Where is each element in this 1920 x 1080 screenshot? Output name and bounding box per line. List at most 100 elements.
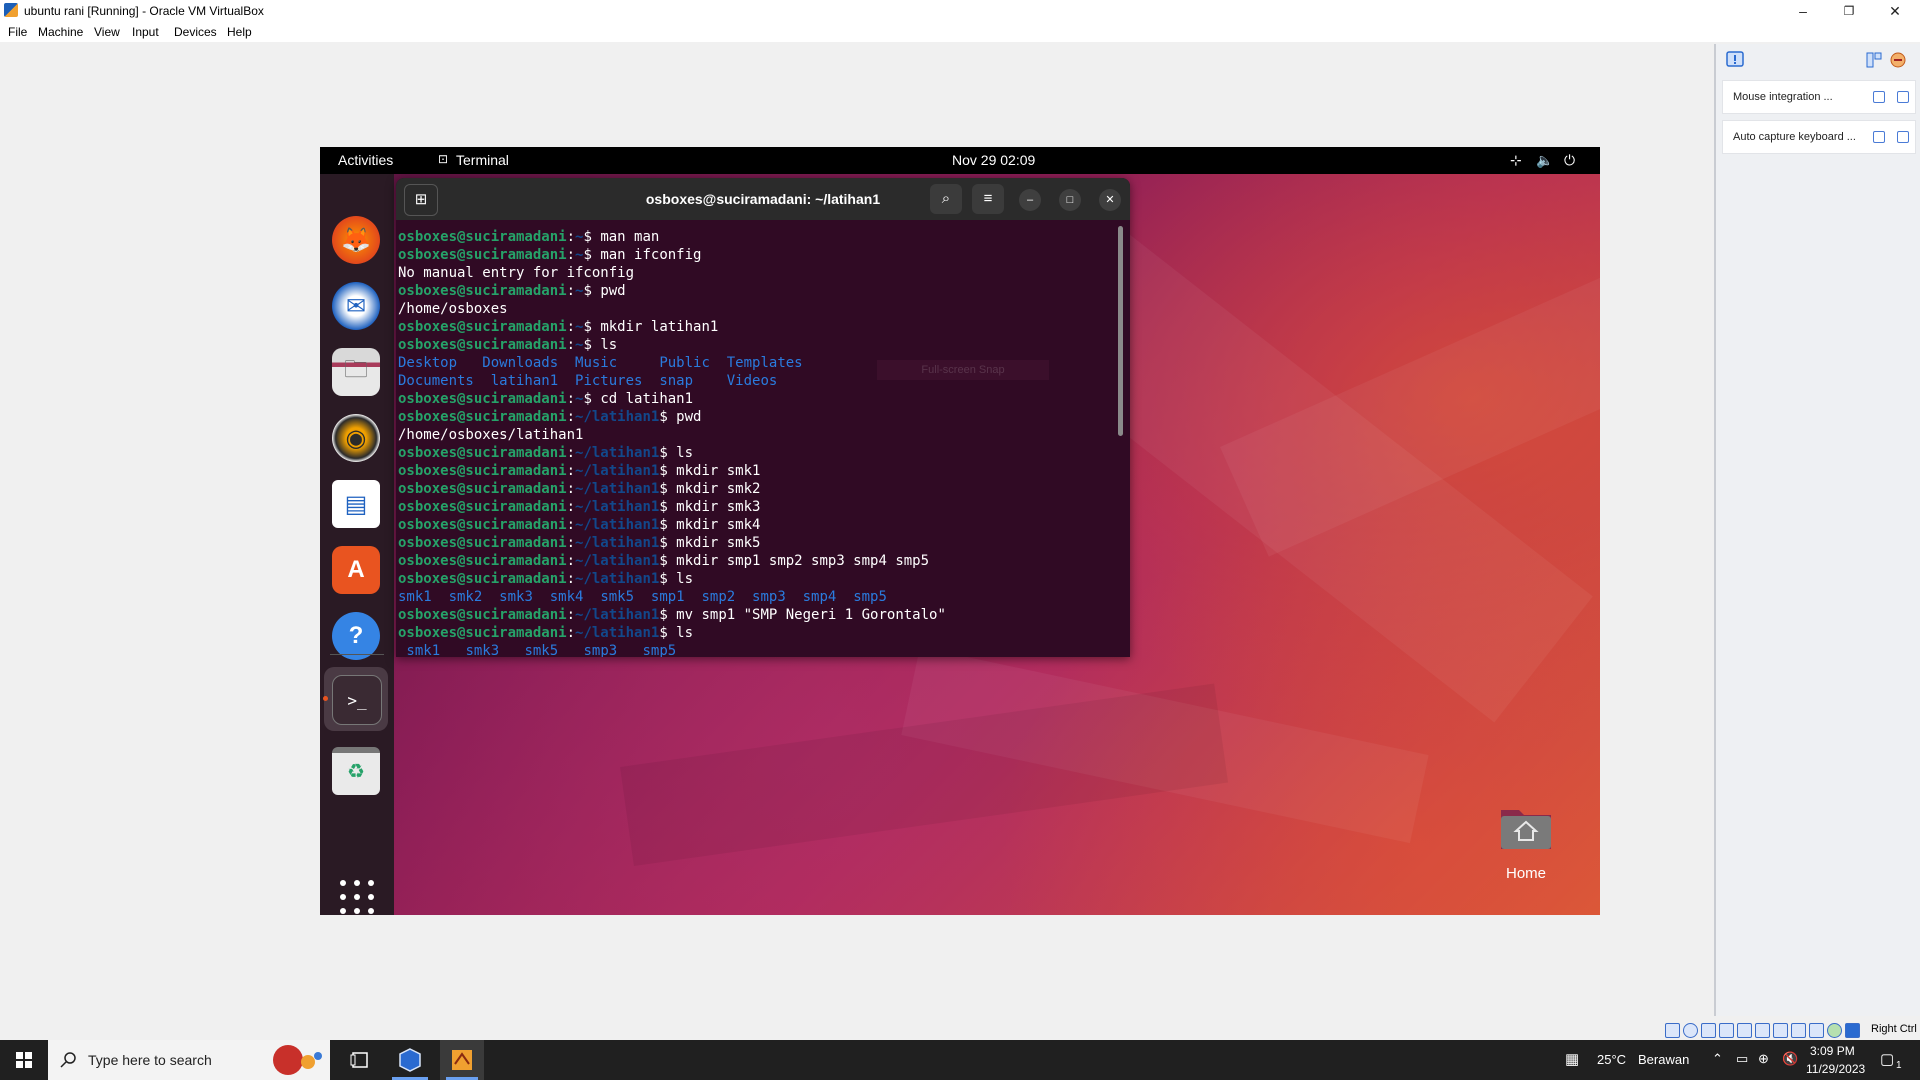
network-icon[interactable]: ⊹ bbox=[1510, 152, 1522, 169]
prompt-dollar: $ bbox=[583, 229, 601, 245]
directory-entry: snap bbox=[659, 373, 727, 389]
restore-button[interactable]: ❐ bbox=[1826, 0, 1872, 22]
notification-center-icon[interactable] bbox=[1725, 50, 1745, 70]
terminal-command: pwd bbox=[600, 283, 626, 299]
close-button[interactable]: ✕ bbox=[1872, 0, 1918, 22]
shared-folder-icon[interactable] bbox=[1755, 1023, 1770, 1038]
files-icon[interactable]: 🗀 bbox=[332, 348, 380, 396]
network-adapter-icon[interactable] bbox=[1719, 1023, 1734, 1038]
weather-icon[interactable]: ▦ bbox=[1565, 1050, 1579, 1068]
keyboard-capture-icon[interactable] bbox=[1845, 1023, 1860, 1038]
directory-entry: smp3 bbox=[752, 589, 803, 605]
notification-mouse-integration[interactable]: Mouse integration ... bbox=[1722, 80, 1916, 114]
taskbar-date[interactable]: 11/29/2023 bbox=[1806, 1062, 1865, 1076]
trash-icon[interactable]: ♻ bbox=[332, 747, 380, 795]
directory-entry: Videos bbox=[726, 373, 778, 389]
search-icon bbox=[60, 1052, 76, 1068]
notification-auto-capture-keyboard[interactable]: Auto capture keyboard ... bbox=[1722, 120, 1916, 154]
task-view-icon[interactable] bbox=[340, 1044, 380, 1076]
search-icon[interactable]: ⌕ bbox=[930, 184, 962, 214]
firefox-icon[interactable]: 🦊 bbox=[332, 216, 380, 264]
menu-input[interactable]: Input bbox=[132, 25, 159, 39]
close-icon[interactable]: ✕ bbox=[1099, 189, 1121, 211]
prompt-user: osboxes@suciramadani bbox=[398, 553, 567, 569]
terminal-command: mkdir smk2 bbox=[676, 481, 761, 497]
prompt-dollar: $ bbox=[659, 481, 677, 497]
recording-icon[interactable] bbox=[1791, 1023, 1806, 1038]
libreoffice-writer-icon[interactable]: ▤ bbox=[332, 480, 380, 528]
terminal-output[interactable]: osboxes@suciramadani:~$ man man osboxes@s… bbox=[398, 228, 1113, 657]
windows-start-icon[interactable] bbox=[0, 1040, 48, 1080]
prompt-user: osboxes@suciramadani bbox=[398, 319, 567, 335]
terminal-window[interactable]: ⊞ osboxes@suciramadani: ~/latihan1 ⌕ ≡ –… bbox=[396, 178, 1130, 657]
prompt-path: ~/latihan1 bbox=[575, 625, 660, 641]
terminal-command: man ifconfig bbox=[600, 247, 702, 263]
menu-file[interactable]: File bbox=[8, 25, 27, 39]
close-all-icon[interactable] bbox=[1888, 50, 1908, 70]
maximize-icon[interactable]: □ bbox=[1059, 189, 1081, 211]
prompt-colon: : bbox=[566, 391, 576, 407]
taskbar-search-box[interactable]: Type here to search bbox=[48, 1040, 330, 1080]
prompt-dollar: $ bbox=[659, 625, 677, 641]
taskbar-time[interactable]: 3:09 PM bbox=[1810, 1044, 1855, 1058]
audio-icon[interactable] bbox=[1701, 1023, 1716, 1038]
show-hidden-icons-icon[interactable]: ⌃ bbox=[1712, 1051, 1723, 1067]
prompt-path: ~/latihan1 bbox=[575, 571, 660, 587]
minimize-icon[interactable]: – bbox=[1019, 189, 1041, 211]
cpu-icon[interactable] bbox=[1809, 1023, 1824, 1038]
prompt-dollar: $ bbox=[659, 517, 677, 533]
vm-screen[interactable]: Activities ⊡ Terminal Nov 29 02:09 ⊹ 🔈 ⏻… bbox=[320, 147, 1600, 915]
terminal-command: ls bbox=[676, 445, 694, 461]
harddisk-icon[interactable] bbox=[1665, 1023, 1680, 1038]
weather-temp[interactable]: 25°C bbox=[1597, 1052, 1626, 1067]
hamburger-menu-icon[interactable]: ≡ bbox=[972, 184, 1004, 214]
minimize-button[interactable]: – bbox=[1780, 0, 1826, 22]
virtualbox-taskbar-icon[interactable] bbox=[390, 1044, 430, 1076]
menu-help[interactable]: Help bbox=[227, 25, 252, 39]
activities-button[interactable]: Activities bbox=[338, 152, 393, 168]
close-notification-icon[interactable] bbox=[1897, 91, 1909, 103]
show-apps-icon[interactable] bbox=[340, 880, 376, 915]
optical-drive-icon[interactable] bbox=[1683, 1023, 1698, 1038]
host-key-label: Right Ctrl bbox=[1871, 1023, 1917, 1035]
vm-window-taskbar-button[interactable] bbox=[440, 1040, 484, 1080]
app-center-icon[interactable]: A bbox=[332, 546, 380, 594]
menu-machine[interactable]: Machine bbox=[38, 25, 83, 39]
terminal-dock-icon[interactable]: >_ bbox=[332, 675, 382, 725]
usb-icon[interactable] bbox=[1737, 1023, 1752, 1038]
prompt-colon: : bbox=[566, 607, 576, 623]
prompt-path: ~/latihan1 bbox=[575, 517, 660, 533]
display-icon[interactable] bbox=[1773, 1023, 1788, 1038]
app-menu-terminal[interactable]: Terminal bbox=[456, 152, 509, 168]
terminal-line: No manual entry for ifconfig bbox=[398, 264, 1113, 282]
notification-icon[interactable]: ▢ bbox=[1880, 1050, 1894, 1068]
toggle-sticky-icon[interactable] bbox=[1864, 50, 1884, 70]
rhythmbox-icon[interactable]: ◉ bbox=[332, 414, 380, 462]
prompt-path: ~/latihan1 bbox=[575, 607, 660, 623]
prompt-colon: : bbox=[566, 481, 576, 497]
thunderbird-icon[interactable]: ✉ bbox=[332, 282, 380, 330]
prompt-user: osboxes@suciramadani bbox=[398, 499, 567, 515]
prompt-dollar: $ bbox=[659, 445, 677, 461]
terminal-scrollbar[interactable] bbox=[1118, 226, 1123, 436]
power-icon[interactable]: ⏻ bbox=[1564, 152, 1575, 169]
volume-muted-icon[interactable]: 🔇 bbox=[1782, 1051, 1798, 1067]
terminal-line: smk1 smk3 smk5 smp3 smp5 bbox=[398, 642, 1113, 657]
mouse-integration-icon[interactable] bbox=[1827, 1023, 1842, 1038]
home-folder-icon[interactable] bbox=[1498, 802, 1554, 852]
menu-view[interactable]: View bbox=[94, 25, 120, 39]
terminal-line: osboxes@suciramadani:~/latihan1$ ls bbox=[398, 444, 1113, 462]
meet-now-icon[interactable]: ▭ bbox=[1736, 1051, 1748, 1067]
help-icon[interactable]: ? bbox=[332, 612, 380, 660]
terminal-line: osboxes@suciramadani:~/latihan1$ mkdir s… bbox=[398, 480, 1113, 498]
prompt-colon: : bbox=[566, 535, 576, 551]
weather-desc[interactable]: Berawan bbox=[1638, 1052, 1689, 1067]
close-notification-icon[interactable] bbox=[1897, 131, 1909, 143]
snap-ghost-label: Full-screen Snap bbox=[877, 360, 1049, 380]
network-icon[interactable]: ⊕ bbox=[1758, 1051, 1769, 1067]
terminal-line: osboxes@suciramadani:~$ cd latihan1 bbox=[398, 390, 1113, 408]
directory-entry: smk2 bbox=[448, 589, 500, 605]
clock[interactable]: Nov 29 02:09 bbox=[952, 152, 1035, 168]
volume-icon[interactable]: 🔈 bbox=[1536, 152, 1553, 169]
menu-devices[interactable]: Devices bbox=[174, 25, 217, 39]
